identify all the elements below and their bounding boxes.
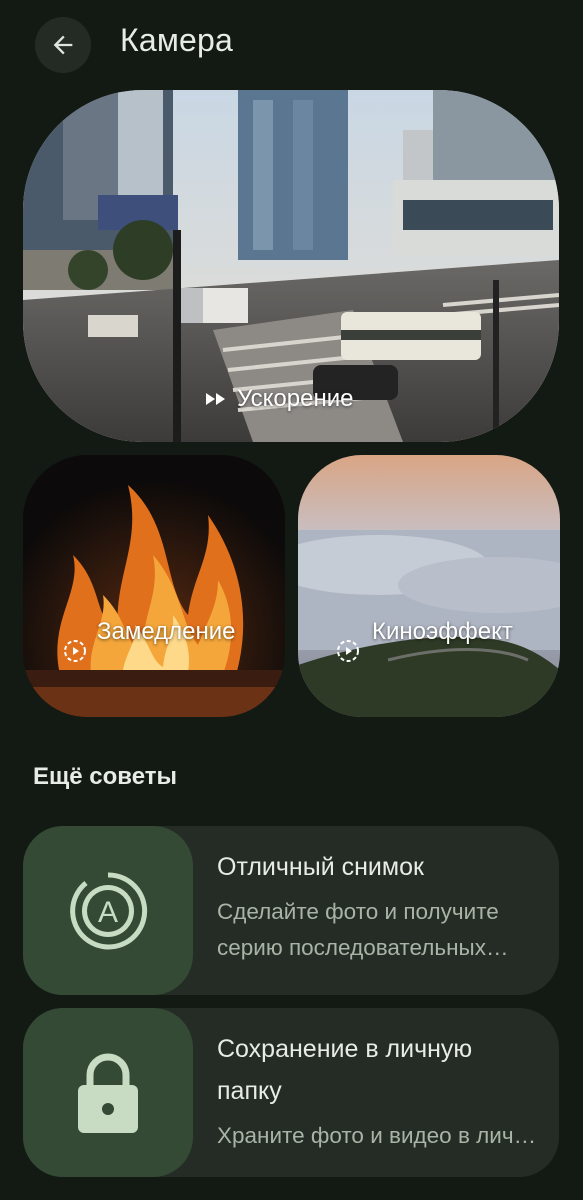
cinematic-card[interactable]: Киноэффект: [298, 455, 560, 717]
tip-locked-folder[interactable]: Сохранение в личную папку Храните фото и…: [23, 1008, 559, 1177]
top-shot-icon: A: [70, 871, 148, 949]
back-button[interactable]: [35, 17, 91, 73]
slow-motion-card[interactable]: Замедление: [23, 455, 285, 717]
timelapse-label: Ускорение: [205, 382, 353, 416]
tip-top-shot[interactable]: A Отличный снимок Сделайте фото и получи…: [23, 826, 559, 995]
page-title: Камера: [120, 22, 234, 58]
timelapse-label-text: Ускорение: [237, 385, 354, 412]
slow-motion-label: Замедление: [97, 618, 236, 645]
fire-image: [23, 455, 285, 717]
clouds-image: [298, 455, 560, 717]
cinematic-label: Киноэффект: [372, 618, 513, 645]
tip-description: Храните фото и видео в личной папке: [217, 1123, 537, 1148]
camera-tips-screen: Камера Ускорение Замедление Киноэффект Е…: [0, 0, 583, 1200]
tip-title: Сохранение в личную папку: [217, 1035, 473, 1105]
timelapse-card[interactable]: Ускорение: [23, 90, 559, 442]
tip-title: Отличный снимок: [217, 853, 424, 881]
svg-text:A: A: [98, 896, 118, 929]
more-tips-heading: Ещё советы: [33, 763, 177, 790]
lock-icon: [78, 1053, 138, 1133]
fast-forward-icon: [206, 393, 225, 405]
tip-thumbnail: [23, 1008, 193, 1177]
play-circle-dashed-icon: [336, 639, 360, 668]
play-circle-dashed-icon: [63, 639, 87, 668]
arrow-back-icon: [53, 35, 73, 55]
tip-thumbnail: A: [23, 826, 193, 995]
tip-description: Сделайте фото и получите серию последова…: [217, 899, 499, 960]
